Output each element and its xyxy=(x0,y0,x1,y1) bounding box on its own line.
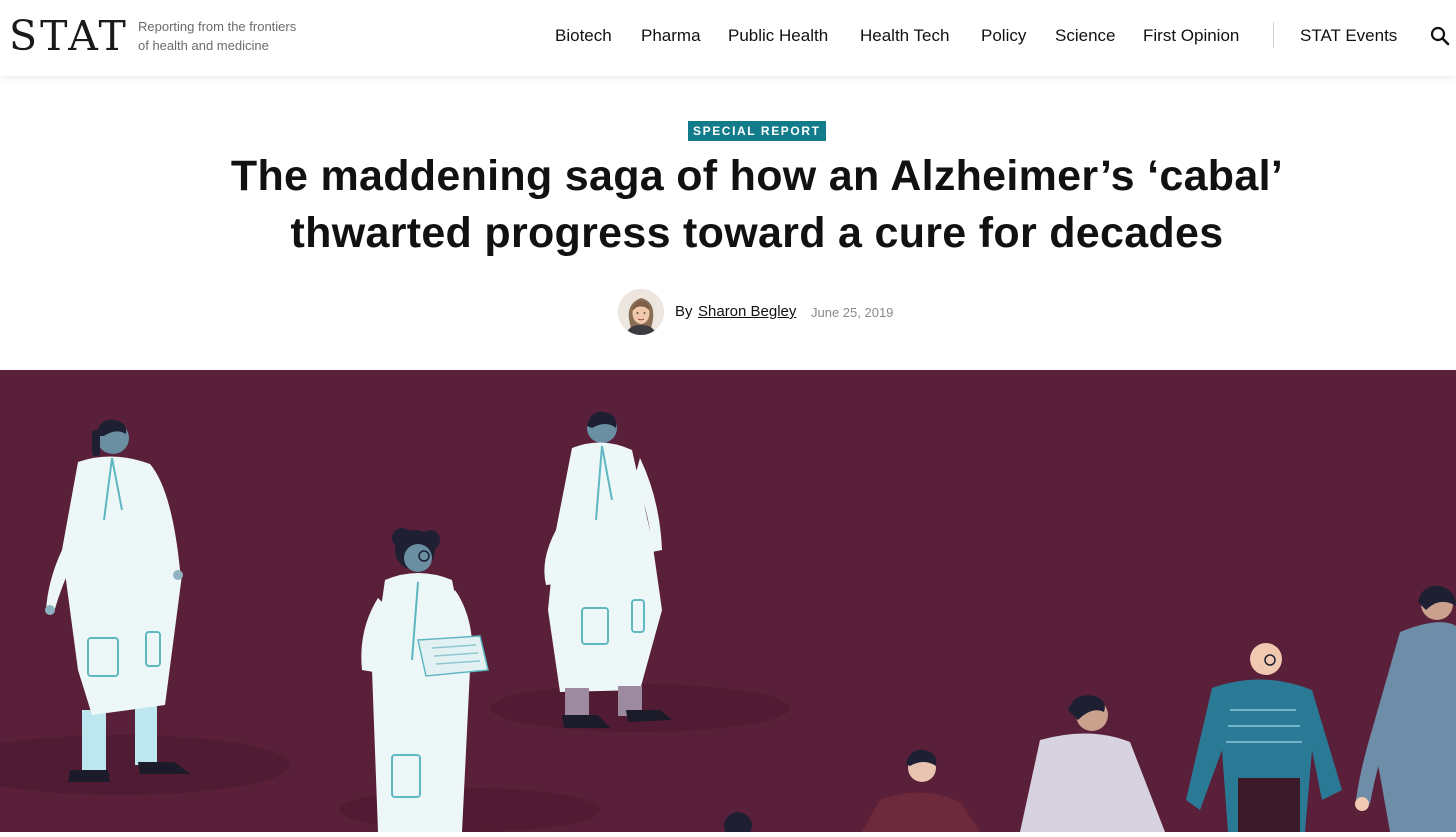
scientists-illustration xyxy=(0,370,1456,837)
site-header: STAT Reporting from the frontiers of hea… xyxy=(0,0,1456,76)
nav-item-first-opinion[interactable]: First Opinion xyxy=(1143,24,1239,48)
hero-illustration xyxy=(0,370,1456,837)
nav-item-science[interactable]: Science xyxy=(1055,24,1115,48)
author-avatar[interactable] xyxy=(618,289,664,335)
headline-line-1: The maddening saga of how an Alzheimer’s… xyxy=(230,152,1284,200)
byline: By Sharon Begley June 25, 2019 xyxy=(618,289,918,337)
nav-divider xyxy=(1273,22,1274,48)
headline-line-2: thwarted progress toward a cure for deca… xyxy=(290,209,1224,257)
section-badge[interactable]: SPECIAL REPORT xyxy=(688,121,826,141)
search-button[interactable] xyxy=(1429,25,1451,47)
nav-item-stat-events[interactable]: STAT Events xyxy=(1300,24,1397,48)
search-icon xyxy=(1430,26,1450,46)
nav-item-biotech[interactable]: Biotech xyxy=(555,24,612,48)
author-portrait-icon xyxy=(618,289,664,335)
article-headline: The maddening saga of how an Alzheimer’s… xyxy=(150,148,1364,262)
nav-item-health-tech[interactable]: Health Tech xyxy=(860,24,949,48)
stat-logo[interactable]: STAT xyxy=(9,10,129,62)
tagline: Reporting from the frontiers of health a… xyxy=(138,17,338,55)
nav-item-pharma[interactable]: Pharma xyxy=(641,24,701,48)
nav-item-policy[interactable]: Policy xyxy=(981,24,1026,48)
author-link[interactable]: Sharon Begley xyxy=(698,303,796,320)
publish-date: June 25, 2019 xyxy=(811,305,894,320)
nav-item-public-health[interactable]: Public Health xyxy=(728,24,828,48)
byline-prefix: By xyxy=(675,303,693,320)
tagline-line-2: of health and medicine xyxy=(138,38,269,53)
tagline-line-1: Reporting from the frontiers xyxy=(138,19,297,34)
